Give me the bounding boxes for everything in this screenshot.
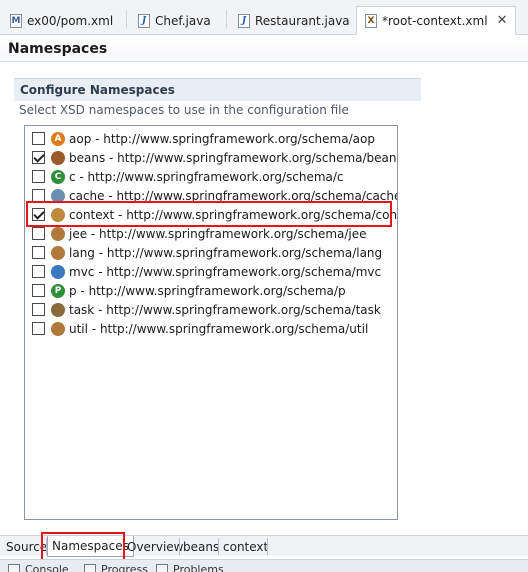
tab-label: Restaurant.java (255, 13, 350, 28)
tab-separator (179, 538, 180, 555)
close-icon[interactable]: ✕ (497, 13, 508, 28)
editor-page-tabs: Source Namespaces Overview beans context (0, 535, 528, 557)
context-icon (51, 207, 65, 222)
checkbox[interactable] (32, 151, 45, 164)
namespace-label: lang - http://www.springframework.org/sc… (69, 245, 383, 260)
namespace-row[interactable]: Aaop - http://www.springframework.org/sc… (25, 129, 397, 148)
checkbox[interactable] (32, 322, 45, 335)
java-file-icon: J (238, 13, 250, 28)
aop-icon: A (51, 131, 65, 146)
java-file-icon: J (138, 13, 150, 28)
view-tab-label: Problems (173, 563, 224, 572)
namespace-row[interactable]: mvc - http://www.springframework.org/sch… (25, 262, 397, 281)
checkbox[interactable] (32, 227, 45, 240)
view-tab-label: Progress (101, 563, 148, 572)
console-icon (8, 563, 20, 572)
namespace-label: task - http://www.springframework.org/sc… (69, 302, 381, 317)
view-tab-strip: Console Progress Problems (0, 559, 528, 572)
tab-source[interactable]: Source (4, 536, 49, 557)
tab-restaurant-java[interactable]: J Restaurant.java (228, 6, 358, 35)
checkbox[interactable] (32, 284, 45, 297)
tab-label: ex00/pom.xml (27, 13, 114, 28)
checkbox[interactable] (32, 303, 45, 316)
section-title: Configure Namespaces (14, 78, 421, 101)
progress-icon (84, 563, 96, 572)
tab-pom-xml[interactable]: M ex00/pom.xml (0, 6, 121, 35)
namespace-row[interactable]: cache - http://www.springframework.org/s… (25, 186, 397, 205)
namespace-label: mvc - http://www.springframework.org/sch… (69, 264, 382, 279)
namespace-row[interactable]: util - http://www.springframework.org/sc… (25, 319, 397, 338)
editor-window: M ex00/pom.xml J Chef.java J Restaurant.… (0, 0, 528, 572)
util-icon (51, 321, 65, 336)
namespace-label: util - http://www.springframework.org/sc… (69, 321, 369, 336)
lang-icon (51, 245, 65, 260)
jee-icon (51, 226, 65, 241)
tab-context[interactable]: context (221, 536, 270, 557)
view-tab-console[interactable]: Console (8, 563, 69, 572)
tab-namespaces[interactable]: Namespaces (47, 536, 134, 557)
cache-icon (51, 188, 65, 203)
namespace-row[interactable]: task - http://www.springframework.org/sc… (25, 300, 397, 319)
namespace-label: c - http://www.springframework.org/schem… (69, 169, 344, 184)
tab-root-context-xml[interactable]: X *root-context.xml ✕ (356, 6, 517, 35)
section-description: Select XSD namespaces to use in the conf… (19, 103, 349, 117)
editor-tab-strip: M ex00/pom.xml J Chef.java J Restaurant.… (0, 0, 528, 35)
namespace-row[interactable]: Pp - http://www.springframework.org/sche… (25, 281, 397, 300)
view-tab-progress[interactable]: Progress (84, 563, 148, 572)
tab-chef-java[interactable]: J Chef.java (128, 6, 219, 35)
problems-icon (156, 563, 168, 572)
namespace-row[interactable]: beans - http://www.springframework.org/s… (25, 148, 397, 167)
beans-icon (51, 150, 65, 165)
task-icon (51, 302, 65, 317)
tab-overview[interactable]: Overview (125, 536, 186, 557)
checkbox[interactable] (32, 246, 45, 259)
namespace-row[interactable]: lang - http://www.springframework.org/sc… (25, 243, 397, 262)
c-icon: C (51, 169, 65, 184)
xml-file-icon: X (365, 13, 377, 28)
namespace-label: beans - http://www.springframework.org/s… (69, 150, 398, 165)
page-title: Namespaces (0, 36, 528, 62)
namespace-row[interactable]: jee - http://www.springframework.org/sch… (25, 224, 397, 243)
tab-beans[interactable]: beans (181, 536, 221, 557)
tab-label: *root-context.xml (382, 13, 488, 28)
checkbox[interactable] (32, 189, 45, 202)
namespace-label: cache - http://www.springframework.org/s… (69, 188, 398, 203)
namespace-label: jee - http://www.springframework.org/sch… (69, 226, 367, 241)
mvc-icon (51, 264, 65, 279)
namespace-row[interactable]: Cc - http://www.springframework.org/sche… (25, 167, 397, 186)
view-tab-label: Console (25, 563, 69, 572)
checkbox[interactable] (32, 170, 45, 183)
namespace-label: context - http://www.springframework.org… (69, 207, 398, 222)
tab-separator (218, 538, 219, 555)
view-tab-problems[interactable]: Problems (156, 563, 224, 572)
checkbox[interactable] (32, 132, 45, 145)
maven-file-icon: M (10, 13, 22, 28)
p-icon: P (51, 283, 65, 298)
tab-separator (126, 10, 127, 28)
namespace-list[interactable]: Aaop - http://www.springframework.org/sc… (24, 125, 398, 520)
namespace-label: p - http://www.springframework.org/schem… (69, 283, 346, 298)
tab-separator (267, 538, 268, 555)
checkbox[interactable] (32, 265, 45, 278)
namespace-row[interactable]: context - http://www.springframework.org… (25, 205, 397, 224)
checkbox[interactable] (32, 208, 45, 221)
tab-label: Chef.java (155, 13, 211, 28)
namespace-label: aop - http://www.springframework.org/sch… (69, 131, 375, 146)
tab-separator (226, 10, 227, 28)
